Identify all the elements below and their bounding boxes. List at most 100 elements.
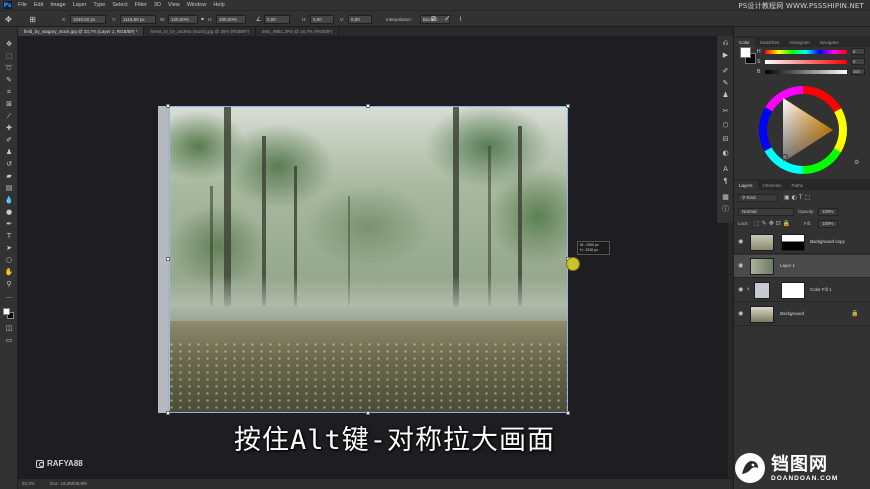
tab-histogram[interactable]: Histogram xyxy=(784,38,815,47)
menu-3d[interactable]: 3D xyxy=(154,2,161,8)
foreground-color-swatch[interactable] xyxy=(3,308,10,315)
zoom-tool-icon[interactable]: ⚲ xyxy=(3,279,15,289)
opacity-input[interactable]: 100% xyxy=(818,208,838,216)
document-size[interactable]: Doc: 19,2M/39,9M xyxy=(50,481,87,486)
layer-filter-icons[interactable]: ▣◐T⬚ xyxy=(784,194,812,201)
brushes-panel-icon[interactable]: ✎ xyxy=(720,78,731,88)
brush-settings-icon[interactable]: ✐ xyxy=(720,66,731,76)
transform-handle-left[interactable] xyxy=(166,257,170,261)
x-input[interactable]: 1040,50 px xyxy=(70,15,106,24)
cancel-transform-icon[interactable]: ⊘ xyxy=(429,14,438,23)
lock-icon[interactable]: 🔒 xyxy=(851,310,858,317)
menu-filter[interactable]: Filter xyxy=(135,2,147,8)
hand-tool-icon[interactable]: ✋ xyxy=(3,267,15,277)
tab-field-document[interactable]: field_by_wagary_stock.jpg @ 33,7% (Layer… xyxy=(18,27,145,36)
y-input[interactable]: 1116,50 px xyxy=(120,15,156,24)
tab-navigator[interactable]: Navigator xyxy=(815,38,844,47)
color-panel-settings-icon[interactable]: ⚙ xyxy=(854,159,859,166)
transform-handle-bottom[interactable] xyxy=(366,411,370,415)
commit-transform-icon[interactable]: ✓ xyxy=(443,14,452,23)
layer-mask-thumbnail[interactable] xyxy=(781,234,805,251)
clone-stamp-tool-icon[interactable]: ♟ xyxy=(3,147,15,157)
layer-name[interactable]: Layer 1 xyxy=(780,262,795,270)
layer-row-background[interactable]: ◉ Background 🔒 xyxy=(734,303,870,326)
zoom-level[interactable]: 33,3% xyxy=(22,481,35,486)
foreground-color-chip[interactable] xyxy=(740,47,751,58)
pen-tool-icon[interactable]: ✒ xyxy=(3,219,15,229)
warp-toggle-icon[interactable]: ⌇ xyxy=(456,15,465,24)
layer-row-layer-1[interactable]: ◉ Layer 1 xyxy=(734,255,870,278)
transform-handle-top-left[interactable] xyxy=(166,104,170,108)
visibility-eye-icon[interactable]: ◉ xyxy=(738,239,745,245)
brush-tool-icon[interactable]: ✐ xyxy=(3,135,15,145)
tab-img-9951-document[interactable]: IMG_9951.JPG @ 16,7% (RGB/8*) xyxy=(256,27,340,36)
menu-image[interactable]: Image xyxy=(50,2,65,8)
character-panel-icon[interactable]: A xyxy=(720,164,731,174)
link-icon[interactable]: ⚭ xyxy=(198,15,207,24)
reference-point-icon[interactable]: ⊞ xyxy=(28,15,37,24)
eraser-tool-icon[interactable]: ▰ xyxy=(3,171,15,181)
more-tools-icon[interactable]: … xyxy=(3,291,15,301)
frame-tool-icon[interactable]: ⊠ xyxy=(3,99,15,109)
vskew-input[interactable]: 0,00 xyxy=(348,15,372,24)
lasso-tool-icon[interactable]: ➰ xyxy=(3,63,15,73)
width-input[interactable]: 120,00% xyxy=(168,15,198,24)
tab-forest-document[interactable]: forest_bi_by_andrea (stock).jpg @ 25% (R… xyxy=(144,27,256,36)
ps-logo[interactable]: Ps xyxy=(3,1,12,9)
layer-mask-thumbnail[interactable] xyxy=(781,282,805,299)
tab-channels[interactable]: Channels xyxy=(758,181,787,190)
layer-kind-filter[interactable]: ⚲ Kind xyxy=(738,194,778,202)
fill-input[interactable]: 100% xyxy=(818,220,838,228)
saturation-value[interactable]: 0 xyxy=(851,58,865,65)
transform-bounding-box[interactable] xyxy=(168,106,568,413)
hue-value[interactable]: 0 xyxy=(851,48,865,55)
crop-tool-icon[interactable]: ⌗ xyxy=(3,87,15,97)
layer-name[interactable]: Background xyxy=(780,310,804,318)
shape-tool-icon[interactable]: ○ xyxy=(3,255,15,265)
type-tool-icon[interactable]: T xyxy=(3,231,15,241)
layer-row-color-fill-1[interactable]: ◉ ↳ Color Fill 1 xyxy=(734,279,870,302)
dodge-tool-icon[interactable]: ● xyxy=(3,207,15,217)
menu-select[interactable]: Select xyxy=(112,2,127,8)
clone-source-icon[interactable]: ♟ xyxy=(720,90,731,100)
libraries-panel-icon[interactable]: ▦ xyxy=(720,192,731,202)
visibility-eye-icon[interactable]: ◉ xyxy=(738,311,745,317)
hskew-input[interactable]: 0,00 xyxy=(310,15,334,24)
path-select-tool-icon[interactable]: ➤ xyxy=(3,243,15,253)
lock-icons[interactable]: ⬚✎✥⊡🔒 xyxy=(754,220,792,227)
angle-input[interactable]: 0,00 xyxy=(264,15,290,24)
blend-mode-select[interactable]: Normal xyxy=(738,208,794,216)
move-tool-icon[interactable]: ✥ xyxy=(3,39,15,49)
color-wheel[interactable] xyxy=(757,84,849,176)
visibility-eye-icon[interactable]: ◉ xyxy=(738,287,745,293)
brightness-track[interactable] xyxy=(765,70,847,74)
tool-presets-icon[interactable]: ✂ xyxy=(720,106,731,116)
saturation-track[interactable] xyxy=(765,60,847,64)
menu-file[interactable]: File xyxy=(18,2,27,8)
adjustments-panel-icon[interactable]: ◐ xyxy=(720,148,731,158)
menu-type[interactable]: Type xyxy=(93,2,105,8)
saturation-slider[interactable]: S 0 xyxy=(757,58,867,66)
transform-handle-bottom-right[interactable] xyxy=(566,411,570,415)
properties-panel-icon[interactable]: ⊟ xyxy=(720,134,731,144)
screen-mode-icon[interactable]: ▭ xyxy=(3,335,15,345)
layer-name[interactable]: Color Fill 1 xyxy=(810,286,832,294)
healing-brush-tool-icon[interactable]: ✚ xyxy=(3,123,15,133)
layer-row-background-copy[interactable]: ◉ Background copy xyxy=(734,231,870,254)
brightness-value[interactable]: 100 xyxy=(851,68,865,75)
info-panel-icon[interactable]: ⓘ xyxy=(720,204,731,214)
transform-handle-top-right[interactable] xyxy=(566,104,570,108)
saturation-brightness-triangle[interactable] xyxy=(783,98,833,162)
blur-tool-icon[interactable]: 💧 xyxy=(3,195,15,205)
eyedropper-tool-icon[interactable]: ⁄ xyxy=(3,111,15,121)
marquee-tool-icon[interactable]: ⬚ xyxy=(3,51,15,61)
transform-handle-bottom-left[interactable] xyxy=(166,411,170,415)
tab-swatches[interactable]: Swatches xyxy=(755,38,785,47)
visibility-eye-icon[interactable]: ◉ xyxy=(738,263,745,269)
3d-panel-icon[interactable]: ⬡ xyxy=(720,120,731,130)
fill-color-thumbnail[interactable] xyxy=(754,282,770,299)
menu-view[interactable]: View xyxy=(168,2,180,8)
height-input[interactable]: 100,00% xyxy=(216,15,246,24)
history-brush-tool-icon[interactable]: ↺ xyxy=(3,159,15,169)
quick-mask-icon[interactable]: ◫ xyxy=(3,323,15,333)
